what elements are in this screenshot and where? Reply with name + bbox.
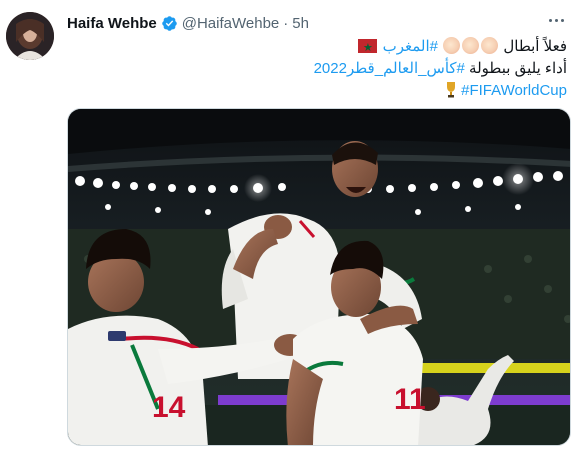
tweet-phrase-1: فعلاً أبطال [503, 38, 567, 55]
clapping-hands-emoji-icon [462, 37, 480, 54]
tweet-timestamp[interactable]: 5h [292, 15, 309, 32]
tweet-phrase-2: أداء يليق ببطولة [469, 60, 567, 77]
hashtag-world-cup-qatar[interactable]: #كأس_العالم_قطر2022 [314, 60, 465, 77]
tweet-header: Haifa Wehbe @HaifaWehbe · 5h [67, 13, 309, 33]
tweet-line-3: #FIFAWorldCup [72, 80, 567, 102]
shirt-number-left: 14 [152, 391, 186, 424]
hashtag-fifa-world-cup[interactable]: #FIFAWorldCup [461, 82, 567, 99]
tweet-text: فعلاً أبطال #المغرب أداء يليق ببطولة #كأ… [72, 36, 567, 102]
header-separator: · [283, 14, 289, 32]
morocco-flag-emoji-icon [358, 37, 378, 59]
tweet-line-2: أداء يليق ببطولة #كأس_العالم_قطر2022 [72, 58, 567, 80]
verified-badge-icon[interactable] [161, 15, 178, 32]
avatar-image [6, 12, 54, 60]
author-avatar[interactable] [6, 12, 54, 60]
clapping-hands-emoji-icon [443, 37, 461, 54]
hashtag-morocco[interactable]: #المغرب [383, 38, 438, 55]
tweet-line-1: فعلاً أبطال #المغرب [72, 36, 567, 59]
trophy-emoji-icon [446, 81, 456, 98]
author-name[interactable]: Haifa Wehbe [67, 15, 157, 32]
more-options-icon[interactable] [545, 9, 567, 31]
clapping-hands-emoji-icon [481, 37, 499, 54]
tweet-photo[interactable]: 14 11 [67, 108, 571, 446]
shirt-number-right: 11 [394, 383, 426, 416]
tweet-card[interactable]: Haifa Wehbe @HaifaWehbe · 5h فعلاً أبطال… [0, 0, 571, 449]
football-celebration-photo: 14 11 [68, 109, 570, 445]
author-handle[interactable]: @HaifaWehbe [182, 15, 280, 32]
